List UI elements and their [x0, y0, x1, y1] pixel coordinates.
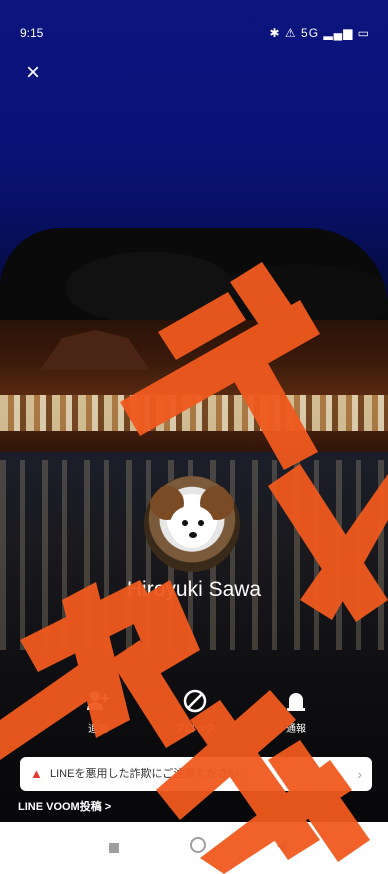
fraud-alert-text: LINEを悪用した詐欺にご注意ください。 [50, 768, 251, 780]
status-indicators: ✱ ⚠ 5G ▂▄▆ ▭ [269, 26, 370, 40]
profile-name: Hiroyuki Sawa [126, 578, 262, 601]
shrine-building [0, 320, 388, 460]
chevron-right-icon: › [357, 766, 362, 782]
line-voom-link[interactable]: LINE VOOM投稿 > [18, 797, 111, 817]
add-friend-label: 追加 [88, 724, 108, 735]
triangle-back-icon [277, 839, 287, 853]
block-label: ブロック [175, 724, 215, 735]
action-row: 追加 ブロック 通報 [0, 688, 388, 748]
recent-apps-button[interactable] [102, 836, 126, 860]
add-friend-button[interactable]: 追加 [68, 688, 128, 748]
report-label: 通報 [286, 724, 306, 735]
report-icon [266, 688, 326, 718]
block-button[interactable]: ブロック [165, 688, 225, 748]
back-button[interactable] [270, 836, 294, 860]
dog-nose [189, 532, 197, 538]
add-friend-icon [68, 688, 128, 718]
circle-icon [190, 837, 206, 853]
home-button[interactable] [186, 836, 210, 860]
report-button[interactable]: 通報 [266, 688, 326, 748]
dog-eye-left [182, 520, 188, 526]
close-button[interactable]: × [20, 60, 46, 86]
dog-eye-right [198, 520, 204, 526]
dog-face [170, 506, 214, 548]
block-icon [165, 688, 225, 718]
status-bar: 9:15 ✱ ⚠ 5G ▂▄▆ ▭ [0, 0, 388, 60]
system-nav-bar [0, 822, 388, 874]
fraud-alert-banner[interactable]: ▲ LINEを悪用した詐欺にご注意ください。 › [20, 757, 372, 791]
profile-screen: 9:15 ✱ ⚠ 5G ▂▄▆ ▭ × Hiroyuki Sawa 追加 ブロッ… [0, 0, 388, 874]
warning-icon: ▲ [30, 766, 43, 781]
status-time: 9:15 [20, 26, 44, 40]
close-icon: × [25, 59, 40, 86]
shrine-lights [0, 395, 388, 431]
square-icon [109, 843, 119, 853]
avatar[interactable] [144, 476, 240, 572]
